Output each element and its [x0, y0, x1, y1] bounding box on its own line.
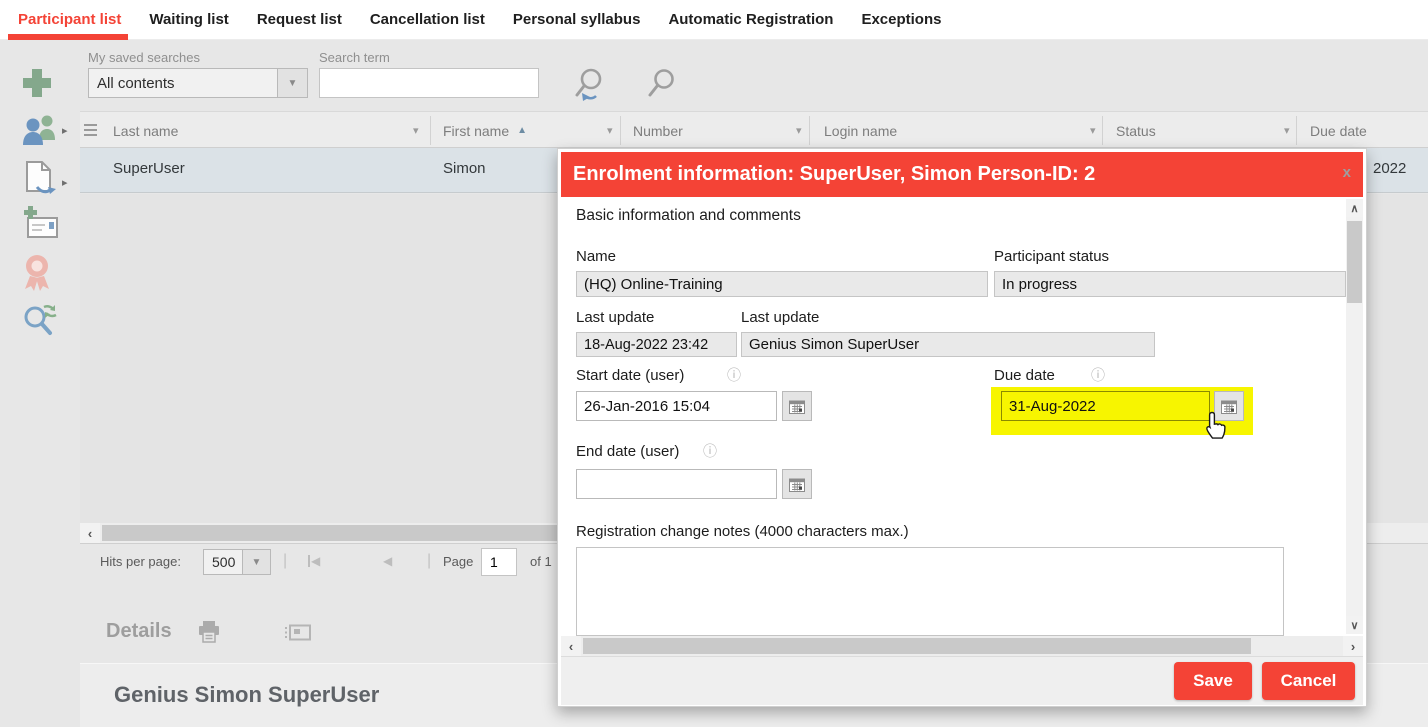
dialog-title: Enrolment information: SuperUser, Simon …: [561, 163, 1095, 186]
info-icon[interactable]: ⓘ: [703, 441, 717, 461]
search-term-input[interactable]: [319, 68, 539, 98]
column-header-number[interactable]: Number: [633, 112, 683, 149]
row-last-name: SuperUser: [113, 160, 185, 177]
registration-notes-textarea[interactable]: [576, 547, 1284, 636]
column-header-first-name[interactable]: First name ▲: [443, 112, 527, 149]
filter-icon[interactable]: ▾: [413, 124, 419, 137]
column-header-login-name[interactable]: Login name: [824, 112, 897, 149]
cancel-button[interactable]: Cancel: [1262, 662, 1355, 700]
due-date-input[interactable]: [1001, 391, 1210, 421]
info-icon[interactable]: ⓘ: [727, 365, 741, 385]
scroll-up-button[interactable]: ∧: [1346, 199, 1363, 217]
participant-status-field: In progress: [994, 271, 1346, 297]
dialog-footer: Save Cancel: [561, 656, 1363, 705]
dropdown-arrow-icon: ▼: [252, 557, 262, 568]
name-label: Name: [576, 248, 616, 265]
certificate-icon[interactable]: [20, 252, 54, 297]
column-header-last-name[interactable]: Last name: [113, 112, 178, 149]
search-refresh-icon[interactable]: [20, 300, 60, 345]
tab-personal-syllabus[interactable]: Personal syllabus: [513, 11, 641, 28]
scroll-down-button[interactable]: ∨: [1346, 616, 1363, 634]
tab-cancellation-list[interactable]: Cancellation list: [370, 11, 485, 28]
dialog-hscrollbar: ‹ ›: [561, 636, 1363, 656]
tab-participant-list[interactable]: Participant list: [18, 11, 121, 28]
details-heading: Details: [106, 620, 172, 643]
prev-page-icon[interactable]: ◀: [383, 554, 392, 568]
filter-icon[interactable]: ▾: [796, 124, 802, 137]
row-due-date: 2022: [1373, 160, 1406, 177]
search-icon[interactable]: [647, 68, 677, 105]
first-page-icon: ◀: [311, 554, 320, 568]
info-icon[interactable]: ⓘ: [1091, 365, 1105, 385]
table-header: Last name ▾ First name ▲ ▾ Number ▾ Logi…: [80, 111, 1428, 148]
name-field: (HQ) Online-Training: [576, 271, 988, 297]
participant-status-label: Participant status: [994, 248, 1109, 265]
page-count-label: of 1: [530, 554, 552, 569]
vscroll-thumb[interactable]: [1347, 221, 1362, 303]
last-update-date-field: 18-Aug-2022 23:42: [576, 332, 737, 357]
filter-icon[interactable]: ▾: [1284, 124, 1290, 137]
save-button[interactable]: Save: [1174, 662, 1252, 700]
new-mail-icon[interactable]: [20, 205, 60, 246]
active-tab-indicator: [8, 34, 128, 40]
saved-searches-select[interactable]: All contents: [88, 68, 278, 98]
tab-request-list[interactable]: Request list: [257, 11, 342, 28]
dialog-body: Basic information and comments Name (HQ)…: [561, 197, 1363, 636]
hits-per-page-dropdown-button[interactable]: ▼: [243, 549, 271, 575]
enrolment-info-dialog: Enrolment information: SuperUser, Simon …: [557, 148, 1367, 707]
end-date-input[interactable]: [576, 469, 777, 499]
due-date-label: Due date: [994, 367, 1055, 384]
start-date-calendar-button[interactable]: [782, 391, 812, 421]
registration-notes-label: Registration change notes (4000 characte…: [576, 523, 909, 540]
dialog-header[interactable]: Enrolment information: SuperUser, Simon …: [561, 152, 1363, 197]
end-date-calendar-button[interactable]: [782, 469, 812, 499]
end-date-label: End date (user): [576, 443, 679, 460]
page-number-input[interactable]: [481, 548, 517, 576]
sort-asc-icon: ▲: [517, 125, 527, 136]
close-icon[interactable]: x: [1343, 164, 1351, 181]
hscroll-thumb[interactable]: [583, 638, 1251, 654]
scroll-right-button[interactable]: ›: [1343, 636, 1363, 656]
start-date-input[interactable]: [576, 391, 777, 421]
column-header-status[interactable]: Status: [1116, 112, 1156, 149]
due-date-calendar-button[interactable]: [1214, 391, 1244, 421]
last-update-date-label: Last update: [576, 309, 654, 326]
hits-per-page-label: Hits per page:: [100, 554, 181, 569]
section-heading: Basic information and comments: [576, 207, 801, 225]
saved-searches-dropdown-button[interactable]: ▼: [278, 68, 308, 98]
details-person-name: Genius Simon SuperUser: [114, 682, 379, 708]
filter-icon[interactable]: ▾: [1090, 124, 1096, 137]
search-saved-icon[interactable]: [573, 66, 607, 109]
tab-automatic-registration[interactable]: Automatic Registration: [668, 11, 833, 28]
add-participant-icon[interactable]: [20, 66, 54, 105]
top-nav: Participant list Waiting list Request li…: [0, 0, 1428, 40]
scroll-left-button[interactable]: ‹: [80, 523, 100, 543]
scroll-left-button[interactable]: ‹: [561, 636, 581, 656]
tab-waiting-list[interactable]: Waiting list: [149, 11, 228, 28]
page-label: Page: [443, 554, 473, 569]
copy-document-icon[interactable]: [20, 160, 56, 205]
hits-per-page-select[interactable]: 500: [203, 549, 243, 575]
app-window: Participant list Waiting list Request li…: [0, 0, 1428, 727]
dialog-vscrollbar: ∧ ∨: [1346, 199, 1363, 634]
table-menu-icon[interactable]: [84, 124, 97, 136]
filter-icon[interactable]: ▾: [607, 124, 613, 137]
start-date-label: Start date (user): [576, 367, 684, 384]
row-first-name: Simon: [443, 160, 486, 177]
last-update-by-field: Genius Simon SuperUser: [741, 332, 1155, 357]
first-page-button[interactable]: ◀: [308, 554, 320, 568]
submenu-arrow-icon[interactable]: ▸: [62, 124, 68, 137]
tab-exceptions[interactable]: Exceptions: [861, 11, 941, 28]
details-card-icon[interactable]: [284, 624, 312, 647]
saved-searches-label: My saved searches: [88, 50, 200, 65]
assign-users-icon[interactable]: [20, 112, 60, 151]
column-header-due-date[interactable]: Due date: [1310, 112, 1367, 149]
submenu-arrow-icon[interactable]: ▸: [62, 176, 68, 189]
last-update-by-label: Last update: [741, 309, 819, 326]
dropdown-arrow-icon: ▼: [288, 78, 298, 89]
print-icon[interactable]: [197, 620, 221, 649]
search-term-label: Search term: [319, 50, 390, 65]
